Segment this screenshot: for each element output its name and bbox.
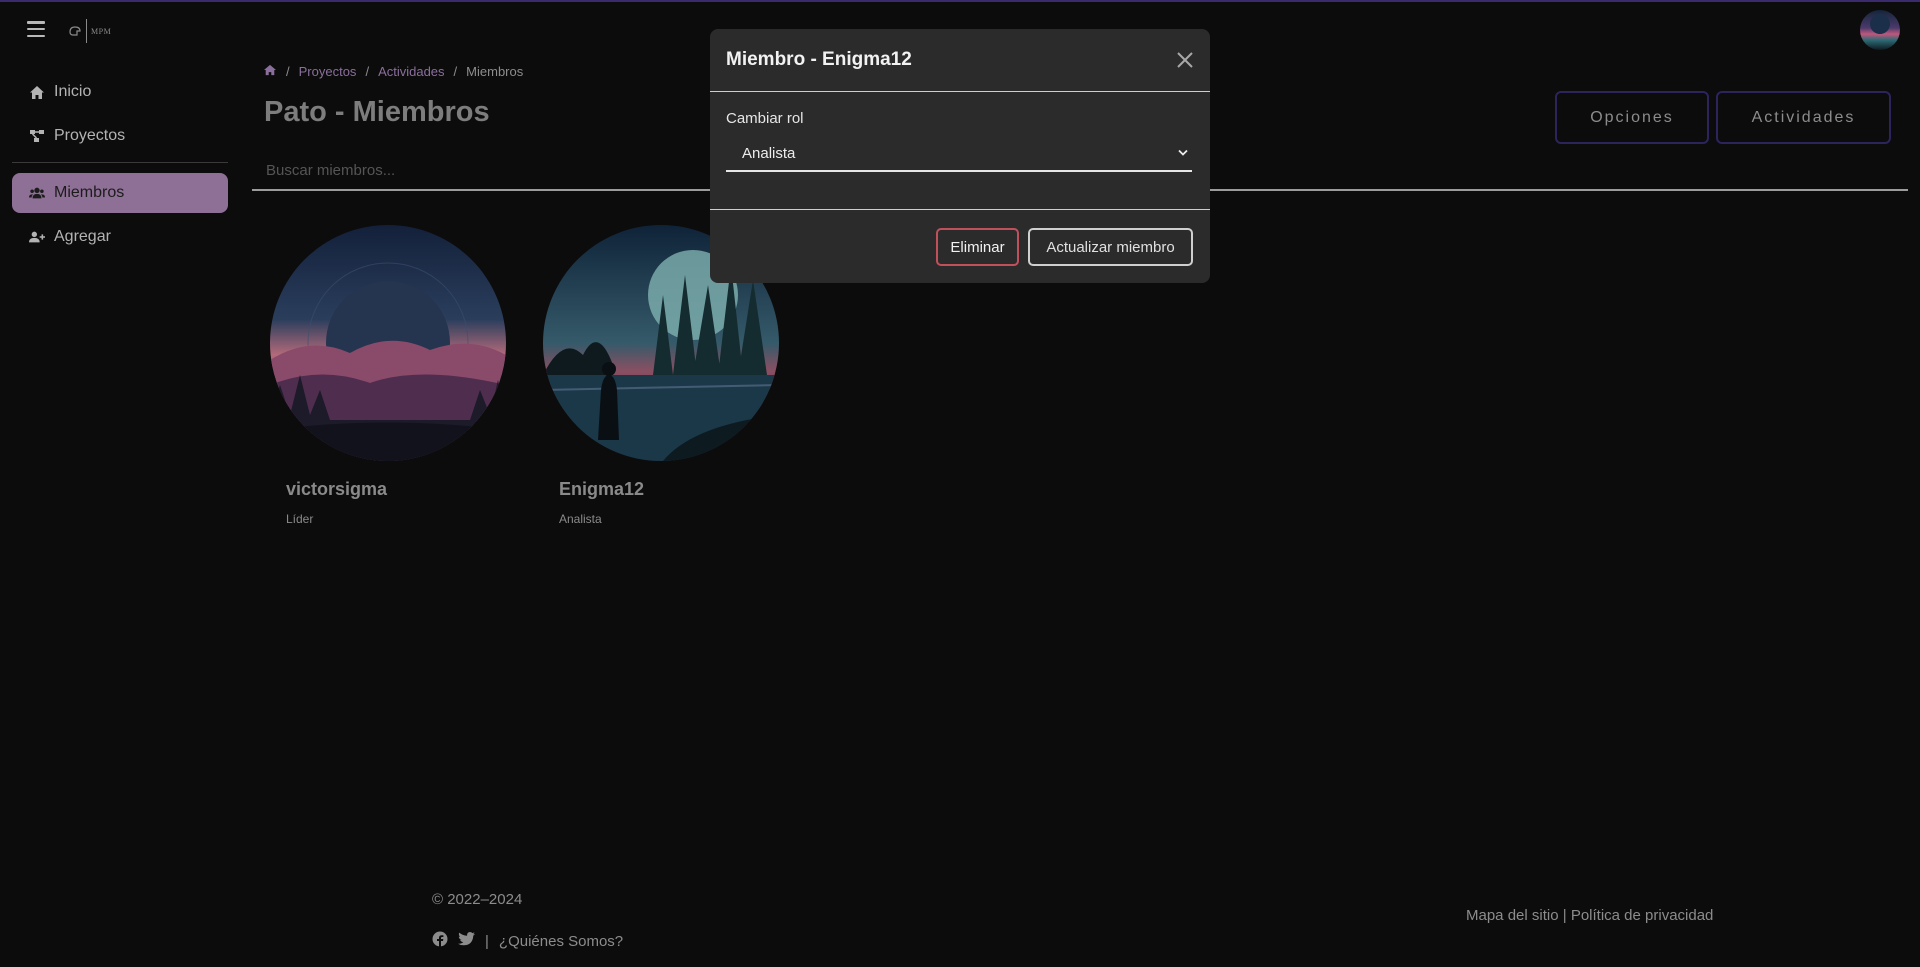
options-button[interactable]: Opciones <box>1555 91 1709 144</box>
breadcrumb-separator: / <box>365 64 370 79</box>
role-label: Cambiar rol <box>726 110 804 127</box>
facebook-icon[interactable] <box>432 931 448 951</box>
menu-icon[interactable] <box>27 21 45 38</box>
modal-footer-divider <box>710 209 1210 210</box>
footer-social: | ¿Quiénes Somos? <box>432 931 623 951</box>
modal-header-divider <box>710 91 1210 92</box>
breadcrumb: / Proyectos / Actividades / Miembros <box>263 64 523 79</box>
footer-about-link[interactable]: ¿Quiénes Somos? <box>499 933 623 950</box>
breadcrumb-separator: / <box>286 64 290 79</box>
footer-copyright: © 2022–2024 <box>432 891 523 908</box>
app-logo[interactable]: MPM <box>68 19 111 43</box>
breadcrumb-home-icon[interactable] <box>263 64 277 79</box>
role-select[interactable]: Analista <box>726 138 1192 172</box>
twitter-icon[interactable] <box>458 932 475 950</box>
footer-links-separator: | <box>1562 907 1567 924</box>
member-role: Analista <box>559 512 602 526</box>
member-role: Líder <box>286 512 314 526</box>
logo-text: MPM <box>91 26 112 36</box>
users-icon <box>29 185 45 201</box>
sidebar-item-label: Proyectos <box>54 127 126 144</box>
logo-divider <box>86 19 87 43</box>
chevron-down-icon <box>1178 149 1188 156</box>
update-member-button[interactable]: Actualizar miembro <box>1028 228 1193 266</box>
member-modal: Miembro - Enigma12 Cambiar rol Analista … <box>710 29 1210 283</box>
home-icon <box>29 84 45 100</box>
breadcrumb-current: Miembros <box>466 64 524 79</box>
user-avatar[interactable] <box>1860 10 1900 50</box>
breadcrumb-link-proyectos[interactable]: Proyectos <box>299 64 357 79</box>
member-photo <box>270 225 506 461</box>
sidebar-item-label: Miembros <box>54 184 125 201</box>
member-card[interactable]: victorsigma Líder <box>270 225 506 526</box>
modal-title: Miembro - Enigma12 <box>726 49 912 70</box>
role-select-value: Analista <box>742 145 796 162</box>
footer-sitemap-link[interactable]: Mapa del sitio <box>1466 907 1559 924</box>
delete-member-button[interactable]: Eliminar <box>936 228 1019 266</box>
sidebar-item-label: Inicio <box>54 83 92 100</box>
footer-links: Mapa del sitio | Política de privacidad <box>1466 907 1713 924</box>
sidebar: Inicio Proyectos Miembros Agregar <box>12 72 228 261</box>
sidebar-item-label: Agregar <box>54 228 111 245</box>
sidebar-divider <box>12 162 228 163</box>
close-icon[interactable] <box>1175 50 1195 70</box>
sidebar-item-miembros[interactable]: Miembros <box>12 173 228 213</box>
breadcrumb-separator: / <box>453 64 458 79</box>
footer-separator: | <box>485 932 489 950</box>
member-name: Enigma12 <box>559 479 645 499</box>
project-diagram-icon <box>29 128 45 144</box>
activities-button[interactable]: Actividades <box>1716 91 1891 144</box>
page-title: Pato - Miembros <box>264 96 490 128</box>
member-name: victorsigma <box>286 479 388 499</box>
sidebar-item-inicio[interactable]: Inicio <box>12 72 228 112</box>
footer-privacy-link[interactable]: Política de privacidad <box>1571 907 1714 924</box>
user-plus-icon <box>29 229 45 245</box>
breadcrumb-link-actividades[interactable]: Actividades <box>378 64 444 79</box>
logo-mark-icon <box>69 26 81 36</box>
sidebar-item-agregar[interactable]: Agregar <box>12 217 228 257</box>
sidebar-item-proyectos[interactable]: Proyectos <box>12 116 228 156</box>
top-accent-line <box>0 0 1920 2</box>
